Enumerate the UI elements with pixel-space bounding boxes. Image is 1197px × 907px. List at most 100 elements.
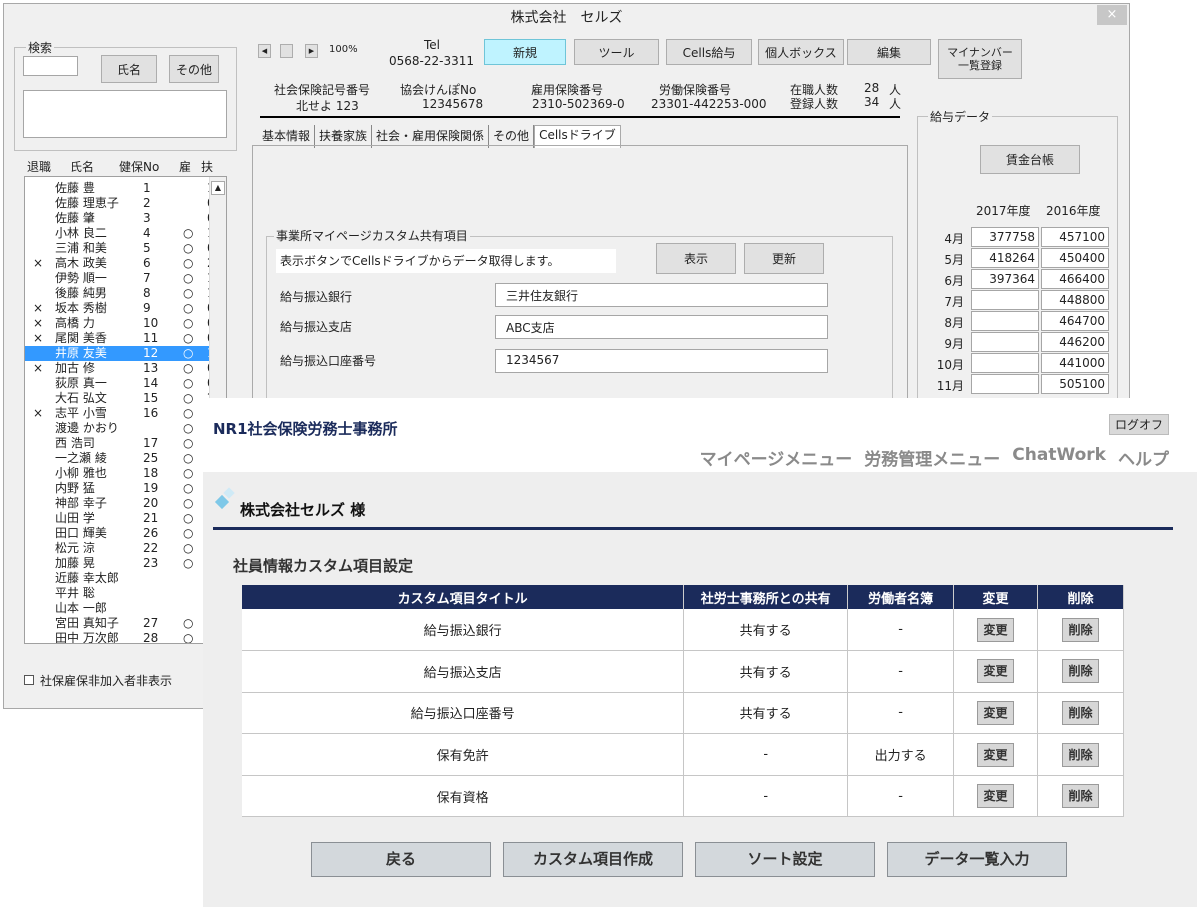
payroll-2017-value[interactable] xyxy=(971,353,1039,373)
list-item[interactable]: ×坂本 秀樹9○0 xyxy=(25,301,215,316)
search-name-button[interactable]: 氏名 xyxy=(101,55,157,83)
list-item[interactable]: 後藤 純男8○1 xyxy=(25,286,215,301)
delete-button[interactable]: 削除 xyxy=(1062,784,1099,809)
list-item[interactable]: 渡邊 かおり ○ xyxy=(25,421,211,436)
employee-list[interactable]: 佐藤 豊11佐藤 理恵子20佐藤 肇30小林 良二4○1三浦 和美5○0×高木 … xyxy=(24,176,227,644)
list-item[interactable]: 井原 友美12○10 xyxy=(25,346,222,361)
nav-prev-button[interactable]: ◀ xyxy=(258,44,271,58)
data-list-input-button[interactable]: データ一覧入力 xyxy=(887,842,1067,877)
search-input[interactable] xyxy=(23,56,78,76)
header-name: 氏名 xyxy=(70,160,95,174)
change-button[interactable]: 変更 xyxy=(977,700,1015,725)
list-item[interactable]: 神部 幸子 20 ○ xyxy=(25,496,211,511)
list-item[interactable]: 平井 聡 xyxy=(25,586,211,601)
bank-label: 給与振込銀行 xyxy=(280,290,353,304)
payroll-2016-value[interactable]: 441000 xyxy=(1041,353,1109,373)
payroll-2016-value[interactable]: 446200 xyxy=(1041,332,1109,352)
list-item[interactable]: 佐藤 豊11 xyxy=(25,181,215,196)
list-item[interactable]: 小林 良二4○1 xyxy=(25,226,215,241)
nav-next-button[interactable]: ▶ xyxy=(305,44,318,58)
employee-name: 尾関 美香 xyxy=(55,331,107,345)
nav-mid-button[interactable] xyxy=(280,44,293,58)
list-item[interactable]: ×尾関 美香11○0 xyxy=(25,331,215,346)
list-item[interactable]: 荻原 真一14○0 xyxy=(25,376,215,391)
payroll-2017-value[interactable]: 377758 xyxy=(971,227,1039,247)
menu-labor[interactable]: 労務管理メニュー xyxy=(864,445,1000,470)
employee-name: 近藤 幸太郎 xyxy=(55,571,119,585)
change-button[interactable]: 変更 xyxy=(977,742,1015,767)
list-item[interactable]: 田口 輝美 26 ○ xyxy=(25,526,211,541)
account-field[interactable]: 1234567 xyxy=(495,349,828,373)
menu-mypage[interactable]: マイページメニュー xyxy=(700,445,853,470)
payroll-2016-value[interactable]: 466400 xyxy=(1041,269,1109,289)
list-item[interactable]: 一之瀬 綾 25 ○ xyxy=(25,451,211,466)
menu-chatwork[interactable]: ChatWork xyxy=(1012,445,1106,470)
list-item[interactable]: 佐藤 理恵子20 xyxy=(25,196,215,211)
list-item[interactable]: 佐藤 肇30 xyxy=(25,211,215,226)
list-item[interactable]: ×高木 政美6○2 xyxy=(25,256,215,271)
list-item[interactable]: 松元 涼 22 ○ xyxy=(25,541,211,556)
delete-button[interactable]: 削除 xyxy=(1062,700,1099,725)
delete-button[interactable]: 削除 xyxy=(1062,659,1099,684)
delete-button[interactable]: 削除 xyxy=(1062,617,1099,642)
list-item[interactable]: ×高橋 力10○0 xyxy=(25,316,215,331)
delete-button[interactable]: 削除 xyxy=(1062,742,1099,767)
list-item[interactable]: 西 浩司 17 ○ xyxy=(25,436,211,451)
payroll-2017-value[interactable] xyxy=(971,332,1039,352)
logoff-button[interactable]: ログオフ xyxy=(1108,414,1169,435)
hide-noninsured-checkbox[interactable] xyxy=(24,675,34,685)
payroll-2017-value[interactable]: 418264 xyxy=(971,248,1039,268)
list-item[interactable]: 大石 弘文15○2 xyxy=(25,391,215,406)
payroll-2016-value[interactable]: 464700 xyxy=(1041,311,1109,331)
branch-field[interactable]: ABC支店 xyxy=(495,315,828,339)
payroll-2016-value[interactable]: 505100 xyxy=(1041,374,1109,394)
employment-ins-mark: ○ xyxy=(183,541,194,555)
sort-settings-button[interactable]: ソート設定 xyxy=(695,842,875,877)
list-item[interactable]: 内野 猛 19 ○ xyxy=(25,481,211,496)
bank-field[interactable]: 三井住友銀行 xyxy=(495,283,828,307)
back-button[interactable]: 戻る xyxy=(311,842,491,877)
payroll-2017-value[interactable] xyxy=(971,290,1039,310)
list-item[interactable]: 三浦 和美5○0 xyxy=(25,241,215,256)
close-button[interactable]: × xyxy=(1097,5,1127,25)
update-button[interactable]: 更新 xyxy=(744,243,824,274)
payroll-2017-value[interactable]: 397364 xyxy=(971,269,1039,289)
list-item[interactable]: 伊勢 順一7○1 xyxy=(25,271,215,286)
edit-button[interactable]: 編集 xyxy=(847,39,931,65)
employment-ins-mark: ○ xyxy=(183,436,194,450)
change-button[interactable]: 変更 xyxy=(977,784,1015,809)
list-item[interactable]: ×加古 修13○0 xyxy=(25,361,215,376)
employee-name: 山本 一郎 xyxy=(55,601,107,615)
employee-name: 平井 聡 xyxy=(55,586,95,600)
list-item[interactable]: 加藤 晃 23 ○ xyxy=(25,556,211,571)
payroll-row: 7月 448800 xyxy=(934,290,1114,310)
personal-box-button[interactable]: 個人ボックス xyxy=(758,39,844,65)
list-item[interactable]: 山田 学 21 ○ xyxy=(25,511,211,526)
show-button[interactable]: 表示 xyxy=(656,243,736,274)
list-item[interactable]: 近藤 幸太郎 xyxy=(25,571,211,586)
payroll-2017-value[interactable] xyxy=(971,374,1039,394)
payroll-2016-value[interactable]: 450400 xyxy=(1041,248,1109,268)
search-other-button[interactable]: その他 xyxy=(169,55,219,83)
list-item[interactable]: 宮田 真知子 27 ○ xyxy=(25,616,211,631)
mynumber-button[interactable]: マイナンバー 一覧登録 xyxy=(938,39,1022,79)
payroll-2016-value[interactable]: 457100 xyxy=(1041,227,1109,247)
new-button[interactable]: 新規 xyxy=(484,39,566,65)
social-ins-label: 社会保険記号番号 xyxy=(274,83,371,97)
share-setting: - xyxy=(683,775,849,818)
delete-button-cell: 削除 xyxy=(1037,775,1124,818)
payroll-2017-value[interactable] xyxy=(971,311,1039,331)
scroll-up-icon[interactable]: ▲ xyxy=(211,181,225,195)
payroll-2016-value[interactable]: 448800 xyxy=(1041,290,1109,310)
tool-button[interactable]: ツール xyxy=(574,39,659,65)
create-custom-item-button[interactable]: カスタム項目作成 xyxy=(503,842,683,877)
list-item[interactable]: 小柳 雅也 18 ○ xyxy=(25,466,211,481)
list-item[interactable]: 田中 万次郎 28 ○ xyxy=(25,631,211,643)
menu-help[interactable]: ヘルプ xyxy=(1118,445,1169,470)
list-item[interactable]: 山本 一郎 xyxy=(25,601,211,616)
wage-ledger-button[interactable]: 賃金台帳 xyxy=(980,145,1080,174)
change-button[interactable]: 変更 xyxy=(977,659,1015,684)
change-button[interactable]: 変更 xyxy=(977,617,1015,642)
list-item[interactable]: × 志平 小雪 16 ○ xyxy=(25,406,211,421)
cells-payroll-button[interactable]: Cells給与 xyxy=(666,39,752,65)
